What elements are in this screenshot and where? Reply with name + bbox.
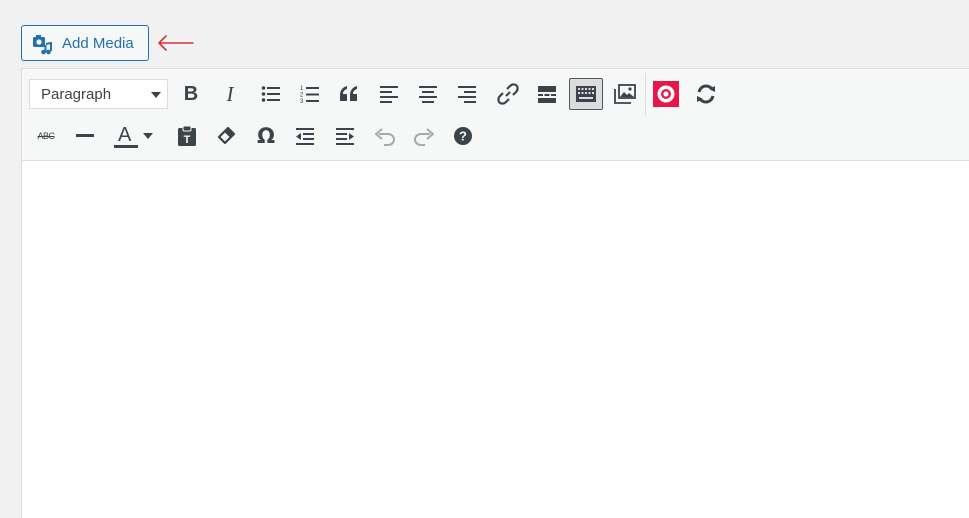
link-icon: [497, 83, 519, 105]
strikethrough-button[interactable]: ABC: [32, 122, 60, 150]
toolbar-separator: [645, 73, 646, 115]
italic-button[interactable]: I: [216, 80, 244, 108]
special-character-icon: Ω: [257, 124, 275, 148]
indent-button[interactable]: [331, 122, 359, 150]
text-color-button[interactable]: A: [110, 122, 138, 150]
blockquote-icon: [340, 86, 357, 101]
undo-button[interactable]: [371, 122, 399, 150]
read-more-icon: [538, 86, 556, 103]
blockquote-button[interactable]: [335, 80, 363, 108]
special-character-button[interactable]: Ω: [252, 122, 280, 150]
indent-icon: [336, 128, 354, 145]
toolbar-toggle-button[interactable]: [569, 78, 603, 110]
outdent-button[interactable]: [291, 122, 319, 150]
format-select[interactable]: Paragraph: [29, 79, 168, 109]
align-center-icon: [419, 86, 437, 103]
link-button[interactable]: [494, 80, 522, 108]
editor-content-area[interactable]: [22, 161, 969, 518]
horizontal-line-icon: [76, 134, 94, 137]
paste-as-text-icon: T: [178, 125, 196, 146]
bold-button[interactable]: B: [177, 80, 205, 108]
plugin-target-icon: [653, 81, 679, 107]
text-color-dropdown[interactable]: [139, 122, 157, 150]
text-color-swatch: [114, 145, 138, 148]
help-icon: ?: [454, 127, 472, 145]
align-left-button[interactable]: [375, 80, 403, 108]
svg-text:2: 2: [300, 93, 304, 99]
editor-toolbar: Paragraph B I 1 2 3 ABC A T Ω ?: [22, 69, 969, 161]
chevron-down-icon: [151, 92, 161, 98]
strikethrough-icon: ABC: [37, 131, 55, 141]
redo-icon: [413, 128, 434, 146]
align-center-button[interactable]: [414, 80, 442, 108]
redo-button[interactable]: [410, 122, 438, 150]
classic-editor: Paragraph B I 1 2 3 ABC A T Ω ?: [21, 68, 969, 518]
help-button[interactable]: ?: [449, 122, 477, 150]
text-color-glyph: A: [118, 124, 132, 146]
undo-icon: [375, 128, 396, 146]
toolbar-toggle-icon: [576, 86, 596, 102]
chevron-down-icon: [143, 133, 153, 139]
horizontal-line-button[interactable]: [71, 122, 99, 150]
svg-text:3: 3: [300, 99, 304, 104]
bulleted-list-icon: [261, 86, 280, 102]
svg-text:T: T: [184, 134, 191, 146]
add-media-button[interactable]: Add Media: [21, 25, 149, 61]
clear-formatting-button[interactable]: [212, 122, 240, 150]
plugin-target-button[interactable]: [652, 80, 680, 108]
italic-icon: I: [226, 81, 234, 106]
bulleted-list-button[interactable]: [257, 80, 285, 108]
paste-as-text-button[interactable]: T: [173, 122, 201, 150]
arrow-left-icon: [158, 35, 194, 51]
align-left-icon: [380, 86, 398, 103]
text-color-icon: A: [112, 123, 138, 149]
numbered-list-button[interactable]: 1 2 3: [296, 80, 324, 108]
align-right-icon: [458, 86, 476, 103]
gallery-button[interactable]: [611, 80, 639, 108]
add-media-label: Add Media: [62, 35, 134, 52]
svg-text:1: 1: [300, 86, 304, 92]
outdent-icon: [296, 128, 314, 145]
read-more-button[interactable]: [533, 80, 561, 108]
gallery-icon: [614, 84, 636, 104]
clear-formatting-icon: [217, 126, 236, 145]
refresh-button[interactable]: [692, 80, 720, 108]
numbered-list-icon: 1 2 3: [300, 86, 319, 104]
media-icon: [33, 35, 52, 55]
svg-text:?: ?: [459, 129, 467, 144]
bold-icon: B: [183, 82, 199, 105]
align-right-button[interactable]: [453, 80, 481, 108]
refresh-icon: [697, 84, 715, 104]
format-select-value: Paragraph: [41, 86, 112, 103]
